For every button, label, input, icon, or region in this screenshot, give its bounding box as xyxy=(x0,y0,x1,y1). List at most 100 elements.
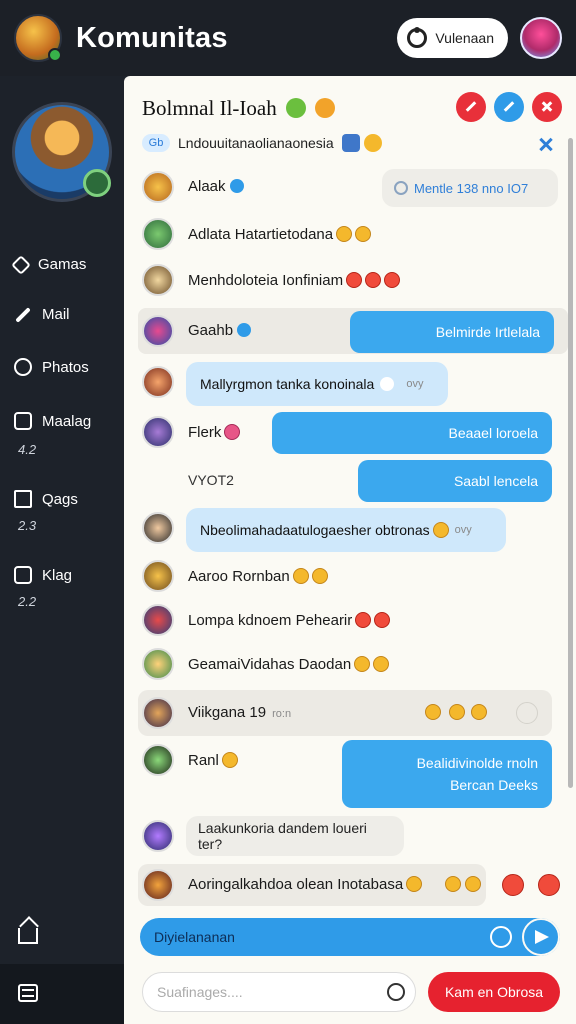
shield-icon xyxy=(341,134,360,152)
list-item[interactable]: VYOT2 Saabl lencela xyxy=(124,458,576,504)
message-author: Flerk xyxy=(188,424,241,441)
app-title: Komunitas xyxy=(76,21,228,54)
list-item[interactable]: Nbeolimahadaatulogaesher obtronas ovy xyxy=(124,506,576,554)
ring-icon xyxy=(14,358,32,376)
reaction-button[interactable] xyxy=(516,702,538,724)
message-bubble[interactable]: Belmirde Irtlelala xyxy=(350,311,554,353)
home-icon[interactable] xyxy=(18,928,38,944)
send-button[interactable] xyxy=(522,918,560,956)
emoji-icon xyxy=(449,704,465,720)
sidebar-item-phatos[interactable]: Phatos xyxy=(14,358,89,376)
sidebar-item-klag[interactable]: Klag xyxy=(14,566,72,584)
submit-button[interactable]: Kam en Obrosa xyxy=(428,972,560,1012)
message-input-value: Diyielananan xyxy=(154,929,235,945)
emoji-icon xyxy=(221,752,238,768)
emoji-icon xyxy=(224,424,241,440)
sidebar-item-label: Mail xyxy=(42,306,70,323)
flag-button[interactable] xyxy=(456,92,486,122)
message-pill[interactable]: Mentle 138 nno IO7 xyxy=(382,169,558,207)
message-author: Aoringalkahdoa olean Inotabasa xyxy=(188,876,423,893)
sidebar-item-mail[interactable]: Mail xyxy=(14,306,70,323)
image-icon xyxy=(14,412,32,430)
list-item[interactable]: Adlata Hatartietodana xyxy=(124,214,576,254)
emoji-icon xyxy=(355,226,372,242)
share-button[interactable] xyxy=(494,92,524,122)
message-author: Alaak xyxy=(188,178,244,195)
list-item[interactable]: Lompa kdnoem Pehearir xyxy=(124,600,576,640)
sidebar-item-label: Qags xyxy=(42,490,78,508)
reaction-button[interactable] xyxy=(502,874,524,896)
clock-icon xyxy=(394,181,408,195)
message-bubble[interactable]: Bealidivinolde rnoln Bercan Deeks xyxy=(342,740,552,808)
list-item[interactable]: Laakunkoria dandem loueri ter? xyxy=(124,816,576,858)
status-badge xyxy=(83,169,111,197)
message-bubble[interactable]: Nbeolimahadaatulogaesher obtronas ovy xyxy=(186,508,506,552)
list-item[interactable]: Viikgana 19 ro:n xyxy=(138,690,552,736)
list-item[interactable]: Flerk Beaael loroela xyxy=(124,410,576,456)
sidebar-item-label: Phatos xyxy=(42,358,89,376)
emoji-icon xyxy=(336,226,353,242)
message-author: Viikgana 19 ro:n xyxy=(188,704,292,721)
close-button[interactable] xyxy=(532,92,562,122)
list-item[interactable]: Gaahb Belmirde Irtlelala xyxy=(138,308,568,354)
smile-icon xyxy=(363,134,382,152)
diamond-icon xyxy=(11,254,31,275)
tools-icon[interactable] xyxy=(538,136,554,152)
user-avatar[interactable] xyxy=(520,17,562,59)
chat-title: Bolmnal Il-Ioah xyxy=(142,96,277,120)
emoji-icon xyxy=(315,98,336,118)
subtitle-icons xyxy=(341,134,382,152)
subtitle-badge: Gb xyxy=(142,134,170,152)
sidebar: Gamas Mail Phatos Maalag 4.2 Qags 2.3 Kl… xyxy=(0,76,124,1024)
sidebar-footer xyxy=(0,964,124,1024)
emoji-icon xyxy=(285,98,306,118)
flag-icon xyxy=(465,101,477,112)
avatar xyxy=(142,604,174,636)
app-logo[interactable] xyxy=(14,14,62,62)
top-bar: Komunitas Vulenaan xyxy=(0,0,576,76)
clear-icon[interactable] xyxy=(490,926,512,948)
message-bubble[interactable]: Saabl lencela xyxy=(358,460,552,502)
list-item[interactable]: Aoringalkahdoa olean Inotabasa xyxy=(138,864,486,906)
search-input[interactable]: Suafinages.... xyxy=(142,972,416,1012)
header-action-button[interactable]: Vulenaan xyxy=(397,18,508,58)
list-item[interactable]: Mallyrgmon tanka konoinala ovy xyxy=(124,360,576,408)
sidebar-item-maalag[interactable]: Maalag xyxy=(14,412,91,430)
emoji-icon xyxy=(406,876,423,892)
avatar xyxy=(142,648,174,680)
sidebar-item-qags[interactable]: Qags xyxy=(14,490,78,508)
avatar xyxy=(142,560,174,592)
sidebar-item-gamas[interactable]: Gamas xyxy=(11,254,86,275)
search-icon[interactable] xyxy=(387,983,405,1001)
emoji-icon xyxy=(365,272,382,288)
emoji-icon xyxy=(311,568,328,584)
message-bubble[interactable]: Mallyrgmon tanka konoinala ovy xyxy=(186,362,448,406)
profile-avatar[interactable] xyxy=(12,102,112,202)
list-item[interactable]: GeamaiVidahas Daodan xyxy=(124,644,576,684)
bomb-icon xyxy=(407,27,428,48)
list-item[interactable]: Ranl Bealidivinolde rnoln Bercan Deeks xyxy=(124,740,576,810)
list-item[interactable]: Alaak Mentle 138 nno IO7 xyxy=(124,164,576,210)
avatar xyxy=(142,744,174,776)
list-item[interactable]: Menhdoloteia Ionfiniam xyxy=(124,260,576,300)
chat-header-actions xyxy=(456,92,562,122)
emoji-icon xyxy=(425,704,441,720)
emoji-icon xyxy=(354,656,371,672)
close-icon xyxy=(541,101,553,112)
message-author: GeamaiVidahas Daodan xyxy=(188,656,390,673)
list-item[interactable]: Aaroo Rornban xyxy=(124,556,576,596)
message-bubble[interactable]: Laakunkoria dandem loueri ter? xyxy=(186,816,404,856)
avatar xyxy=(142,697,174,729)
message-bubble[interactable]: Beaael loroela xyxy=(272,412,552,454)
avatar xyxy=(142,366,174,398)
subtitle-text: Lndouuitanaolianaonesia xyxy=(178,135,334,151)
menu-icon[interactable] xyxy=(18,984,38,1002)
message-author: Aaroo Rornban xyxy=(188,568,328,585)
emoji-icon xyxy=(465,876,481,892)
message-input[interactable]: Diyielananan xyxy=(140,918,560,956)
reaction-button[interactable] xyxy=(538,874,560,896)
message-author: Gaahb xyxy=(188,322,252,339)
emoji-icon xyxy=(355,612,372,628)
emoji-icon xyxy=(445,876,461,892)
verified-icon xyxy=(237,323,252,337)
